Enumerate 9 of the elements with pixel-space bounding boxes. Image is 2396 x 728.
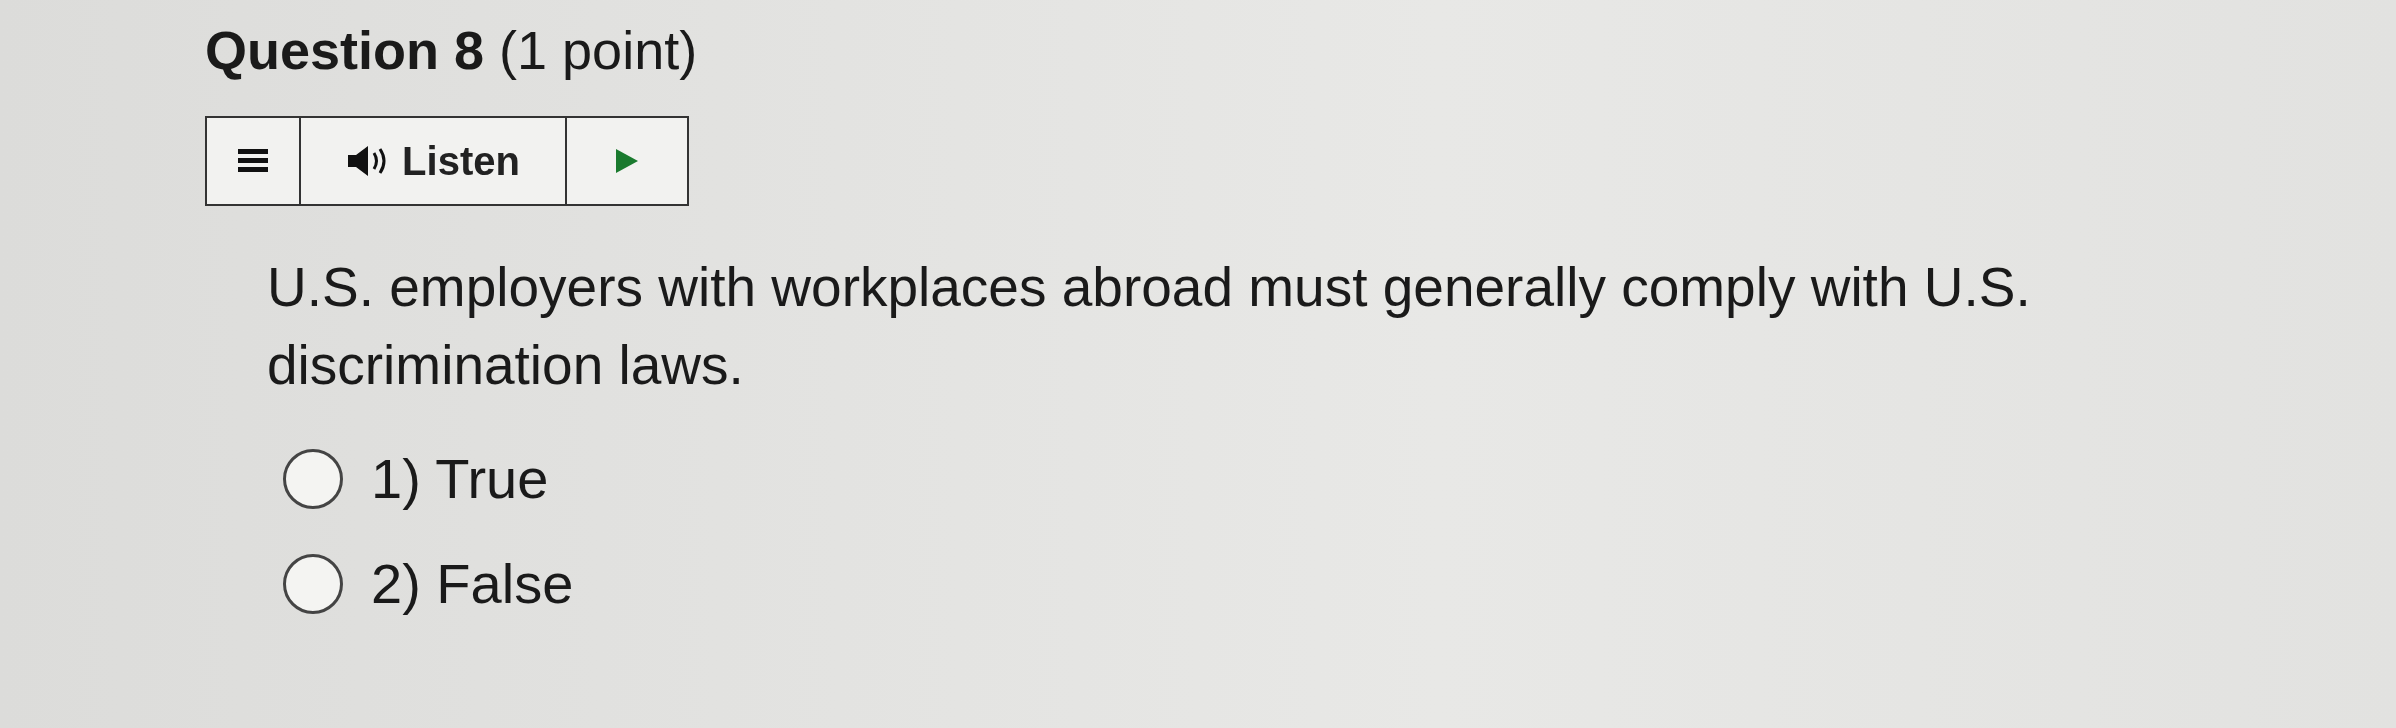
question-title: Question 8 (1 point) — [205, 19, 699, 82]
answer-option[interactable]: 1) True — [283, 446, 2396, 511]
option-label: 2) False — [371, 551, 574, 616]
play-icon — [614, 147, 640, 175]
listen-button[interactable]: Listen — [301, 118, 567, 204]
answer-option[interactable]: 2) False — [283, 551, 2396, 616]
menu-icon — [238, 147, 268, 175]
option-label: 1) True — [371, 446, 549, 511]
question-text: U.S. employers with workplaces abroad must generally comply with U.S. discrimination laws. — [267, 255, 2032, 398]
